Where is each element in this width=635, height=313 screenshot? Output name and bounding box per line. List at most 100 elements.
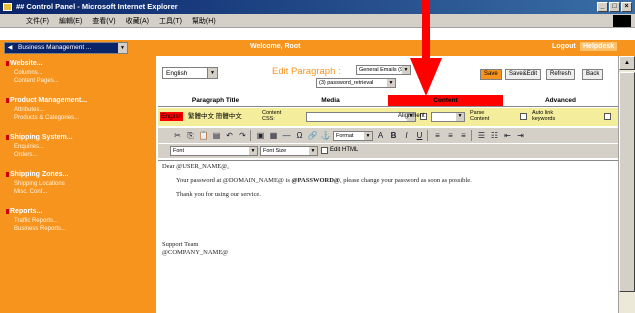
auto-link-checkbox[interactable] [604, 113, 611, 120]
align-left-icon[interactable]: ≡ [432, 130, 443, 141]
language-chinese-toggle[interactable]: 繁體中文 簡體中文 [188, 112, 242, 121]
windows-logo-icon [613, 15, 631, 27]
parse-content-label: Parse Content [470, 110, 490, 122]
back-arrow-icon[interactable]: ◀ [5, 43, 15, 53]
menu-file[interactable]: 文件(F) [26, 16, 49, 26]
helpdesk-link[interactable]: Helpdesk [580, 42, 618, 51]
sidebar-link[interactable]: Products & Categories... [14, 114, 156, 122]
sidebar: Website... Columns... Content Pages... P… [0, 56, 156, 313]
italic-icon[interactable]: I [401, 130, 412, 141]
sidebar-link[interactable]: Content Pages... [14, 77, 156, 85]
font-toolbar: Font ▼ Font Size ▼ Edit HTML [158, 144, 618, 158]
tab-media[interactable]: Media [273, 95, 388, 106]
window-title: ## Control Panel - Microsoft Internet Ex… [16, 2, 178, 11]
sidebar-link[interactable]: Business Reports... [14, 225, 156, 233]
menu-help[interactable]: 幫助(H) [192, 16, 216, 26]
menu-view[interactable]: 查看(V) [92, 16, 115, 26]
font-select[interactable]: Font ▼ [170, 146, 258, 156]
special-char-icon[interactable]: Ω [294, 130, 305, 141]
language-select[interactable]: English ▼ [162, 67, 218, 79]
item-select[interactable]: (3) password_retrieval ▼ [316, 78, 396, 88]
sidebar-section-title[interactable]: Product Management... [6, 97, 156, 104]
editor-toolbar: ✂ ⎘ 📋 ▤ ↶ ↷ ▣ ▦ — Ω 🔗 ⚓ Format ▼ A B I U … [158, 128, 618, 143]
indent-icon[interactable]: ⇥ [515, 130, 526, 141]
chevron-down-icon[interactable]: ▼ [207, 68, 217, 78]
back-button[interactable]: Back [582, 69, 604, 80]
bold-icon[interactable]: B [388, 130, 399, 141]
sidebar-section-title[interactable]: Reports... [6, 208, 156, 215]
bullet-icon [6, 97, 9, 103]
sidebar-link[interactable]: Orders... [14, 151, 156, 159]
sidebar-link[interactable]: Traffic Reports... [14, 217, 156, 225]
sidebar-link[interactable]: Enquiries... [14, 143, 156, 151]
ordered-list-icon[interactable]: ☰ [476, 130, 487, 141]
sidebar-section-reports: Reports... Traffic Reports... Business R… [6, 208, 156, 233]
underline-icon[interactable]: U [414, 130, 425, 141]
chevron-down-icon[interactable]: ▼ [456, 113, 464, 121]
anchor-icon[interactable]: ⚓ [320, 130, 331, 141]
sidebar-link[interactable]: Misc. Conf... [14, 188, 156, 196]
tab-content[interactable]: Content [388, 95, 503, 106]
tab-bar: Paragraph Title Media Content Advanced [158, 95, 618, 107]
language-english-toggle[interactable]: English [160, 112, 184, 121]
minimize-button[interactable]: _ [597, 2, 608, 12]
save-edit-button[interactable]: Save&Edit [505, 69, 542, 80]
image-icon[interactable]: ▣ [255, 130, 266, 141]
undo-icon[interactable]: ↶ [224, 130, 235, 141]
sidebar-section-title[interactable]: Shipping Zones... [6, 171, 156, 178]
unordered-list-icon[interactable]: ☷ [489, 130, 500, 141]
save-button[interactable]: Save [480, 69, 502, 80]
paste-text-icon[interactable]: ▤ [211, 130, 222, 141]
sidebar-link[interactable]: Shipping Locations [14, 180, 156, 188]
text-color-icon[interactable]: A [375, 130, 386, 141]
chevron-down-icon[interactable]: ▼ [118, 43, 127, 53]
tab-paragraph-title[interactable]: Paragraph Title [158, 95, 273, 106]
content-editor[interactable]: Dear @USER_NAME@, Your password at @DOMA… [158, 160, 618, 313]
ie-icon [3, 3, 12, 11]
chevron-down-icon[interactable]: ▼ [387, 79, 395, 87]
align-center-icon[interactable]: ≡ [445, 130, 456, 141]
menu-favorites[interactable]: 收藏(A) [126, 16, 149, 26]
table-icon[interactable]: ▦ [268, 130, 279, 141]
menu-tools[interactable]: 工具(T) [159, 16, 182, 26]
toolbar-separator [250, 130, 253, 141]
menu-edit[interactable]: 編輯(E) [59, 16, 82, 26]
font-size-select[interactable]: Font Size ▼ [260, 146, 318, 156]
language-value: English [166, 69, 188, 77]
nav-select[interactable]: ◀ Business Management ... ▼ [4, 42, 128, 54]
sidebar-section-shipping: Shipping System... Enquiries... Orders..… [6, 134, 156, 159]
bullet-icon [6, 134, 9, 140]
paste-icon[interactable]: 📋 [198, 130, 209, 141]
edit-html-checkbox[interactable] [321, 147, 328, 154]
welcome-text: Welcome, Root [250, 43, 301, 50]
refresh-button[interactable]: Refresh [546, 69, 576, 80]
toolbar-separator [427, 130, 430, 141]
sidebar-section-title[interactable]: Shipping System... [6, 134, 156, 141]
red-arrow-down-icon [410, 0, 442, 96]
scroll-thumb[interactable] [619, 72, 635, 292]
group-select[interactable]: General Emails (9) ▼ [356, 65, 411, 75]
align-right-icon[interactable]: ≡ [458, 130, 469, 141]
close-button[interactable]: × [621, 2, 632, 12]
editor-sign-team: Support Team [162, 241, 199, 248]
parse-content-checkbox[interactable] [520, 113, 527, 120]
outdent-icon[interactable]: ⇤ [502, 130, 513, 141]
tab-advanced[interactable]: Advanced [503, 95, 618, 106]
maximize-button[interactable]: □ [609, 2, 620, 12]
logout-link[interactable]: Logout [552, 43, 576, 50]
app-header: ◀ Business Management ... ▼ Welcome, Roo… [0, 40, 635, 56]
sidebar-section-title[interactable]: Website... [6, 60, 156, 67]
sidebar-section-product: Product Management... Attributes... Prod… [6, 97, 156, 122]
sidebar-link[interactable]: Columns... [14, 69, 156, 77]
main-content: English ▼ Edit Paragraph : General Email… [158, 60, 618, 313]
scroll-up-icon[interactable]: ▲ [619, 56, 635, 70]
copy-icon[interactable]: ⎘ [185, 130, 196, 141]
alignment-select[interactable]: ▼ [431, 112, 465, 122]
vertical-scrollbar[interactable]: ▲ [618, 56, 635, 313]
link-icon[interactable]: 🔗 [307, 130, 318, 141]
format-select[interactable]: Format ▼ [333, 130, 373, 141]
sidebar-link[interactable]: Attributes... [14, 106, 156, 114]
redo-icon[interactable]: ↷ [237, 130, 248, 141]
cut-icon[interactable]: ✂ [172, 130, 183, 141]
horizontal-rule-icon[interactable]: — [281, 130, 292, 141]
